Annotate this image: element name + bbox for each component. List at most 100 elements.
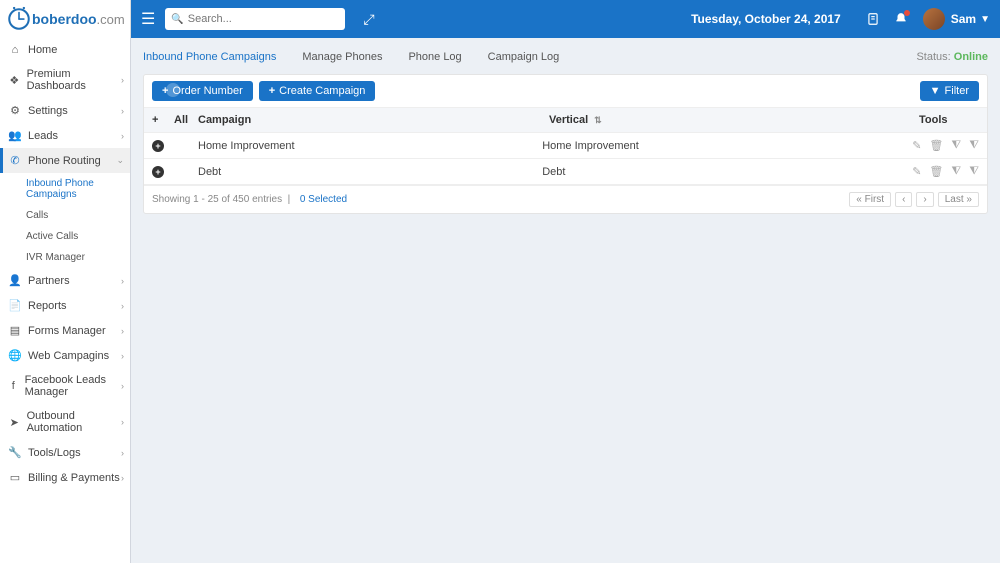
sidebar-item-leads[interactable]: 👥 Leads › — [0, 123, 130, 148]
col-tools: Tools — [919, 114, 979, 126]
sidebar-sub-active-calls[interactable]: Active Calls — [0, 226, 130, 247]
gear-icon: ⚙ — [8, 104, 22, 117]
sidebar-item-partners[interactable]: 👤Partners› — [0, 268, 130, 293]
selected-count: 0 Selected — [300, 194, 347, 205]
create-campaign-button[interactable]: + Create Campaign — [259, 81, 376, 101]
filter-row-icon-2[interactable]: ⧨ — [969, 165, 979, 178]
user-menu-caret[interactable]: ▼ — [980, 14, 990, 25]
table-header: + All Campaign Vertical⇅ Tools — [144, 107, 987, 133]
plus-icon: + — [269, 85, 275, 97]
clipboard-icon[interactable] — [866, 12, 880, 27]
col-vertical[interactable]: Vertical⇅ — [549, 114, 919, 126]
sidebar-item-home[interactable]: ⌂Home — [0, 38, 130, 62]
sidebar-item-facebook[interactable]: fFacebook Leads Manager› — [0, 368, 130, 404]
tab-inbound[interactable]: Inbound Phone Campaigns — [143, 51, 276, 63]
user-name[interactable]: Sam — [951, 12, 976, 26]
sidebar-sub-inbound[interactable]: Inbound Phone Campaigns — [0, 173, 130, 205]
sidebar-item-settings[interactable]: ⚙ Settings › — [0, 98, 130, 123]
logo-text: boberdoo.com — [32, 11, 125, 27]
users-icon: 👥 — [8, 129, 22, 142]
facebook-icon: f — [8, 380, 19, 392]
pager: « First ‹ › Last » — [849, 192, 979, 207]
sidebar-item-label: Web Campagins — [28, 350, 109, 362]
sidebar-item-outbound[interactable]: ➤Outbound Automation› — [0, 404, 130, 440]
edit-icon[interactable]: ✎ — [912, 165, 921, 178]
tab-row: Inbound Phone Campaigns Manage Phones Ph… — [143, 46, 988, 68]
table-row: + Home Improvement Home Improvement ✎ 🗑 … — [144, 133, 987, 159]
filter-row-icon[interactable]: ⧨ — [951, 165, 961, 178]
bell-icon[interactable] — [894, 12, 908, 27]
filter-row-icon[interactable]: ⧨ — [951, 139, 961, 152]
search-field[interactable] — [188, 13, 328, 25]
delete-icon[interactable]: 🗑 — [929, 165, 943, 178]
search-input[interactable]: 🔍 — [165, 8, 345, 30]
sidebar-item-label: Outbound Automation — [27, 410, 122, 434]
chevron-right-icon: › — [121, 75, 124, 85]
sidebar-item-label: Reports — [28, 300, 67, 312]
chevron-right-icon: › — [121, 131, 124, 141]
sidebar-item-label: Partners — [28, 275, 70, 287]
wrench-icon: 🔧 — [8, 446, 22, 459]
sidebar-item-reports[interactable]: 📄 Reports › — [0, 293, 130, 318]
avatar[interactable] — [923, 8, 945, 30]
delete-icon[interactable]: 🗑 — [929, 139, 943, 152]
expand-row-icon[interactable]: + — [152, 140, 164, 152]
pager-prev[interactable]: ‹ — [895, 192, 912, 207]
order-number-button[interactable]: +Order Number — [152, 81, 253, 101]
pager-next[interactable]: › — [916, 192, 933, 207]
sidebar-item-label: Phone Routing — [28, 155, 101, 167]
edit-icon[interactable]: ✎ — [912, 139, 921, 152]
sidebar-item-billing[interactable]: ▭Billing & Payments› — [0, 465, 130, 490]
pager-last[interactable]: Last » — [938, 192, 979, 207]
chevron-right-icon: › — [121, 448, 124, 458]
col-campaign[interactable]: Campaign — [198, 114, 549, 126]
sidebar-item-label: Leads — [28, 130, 58, 142]
filter-row-icon-2[interactable]: ⧨ — [969, 139, 979, 152]
chevron-right-icon: › — [121, 301, 124, 311]
filter-button[interactable]: ▼Filter — [920, 81, 979, 101]
chevron-right-icon: › — [121, 106, 124, 116]
chevron-right-icon: › — [121, 417, 124, 427]
sidebar-item-phone-routing[interactable]: ✆Phone Routing⌄ — [0, 148, 130, 173]
header-date: Tuesday, October 24, 2017 — [691, 12, 841, 26]
logo[interactable]: boberdoo.com — [0, 0, 131, 38]
expand-all-icon[interactable]: + — [152, 114, 158, 126]
button-label: Order Number — [172, 85, 242, 97]
chevron-right-icon: › — [121, 276, 124, 286]
sidebar-item-label: Billing & Payments — [28, 472, 120, 484]
file-icon: 📄 — [8, 299, 22, 312]
sidebar-item-dashboards[interactable]: ❖Premium Dashboards› — [0, 62, 130, 98]
notification-dot — [904, 10, 910, 16]
campaigns-panel: +Order Number +Create Campaign ▼Filter +… — [143, 74, 988, 214]
sidebar-item-tools[interactable]: 🔧Tools/Logs› — [0, 440, 130, 465]
home-icon: ⌂ — [8, 44, 22, 56]
sidebar: ⌂Home ❖Premium Dashboards› ⚙ Settings › 👥 L… — [0, 38, 131, 563]
sidebar-sub-ivr[interactable]: IVR Manager — [0, 247, 130, 268]
header: boberdoo.com ☰ 🔍 ⤢ Tuesday, October 24, … — [0, 0, 1000, 38]
chevron-right-icon: › — [121, 326, 124, 336]
sidebar-sub-calls[interactable]: Calls — [0, 205, 130, 226]
status-value: Online — [954, 51, 988, 63]
expand-row-icon[interactable]: + — [152, 166, 164, 178]
status-label: Status: Online — [916, 51, 988, 63]
chevron-right-icon: › — [121, 473, 124, 483]
sidebar-item-label: Settings — [28, 105, 68, 117]
hamburger-icon[interactable]: ☰ — [141, 9, 155, 29]
button-label: Create Campaign — [279, 85, 365, 97]
tab-manage-phones[interactable]: Manage Phones — [302, 51, 382, 63]
sidebar-item-web-campaigns[interactable]: 🌐Web Campagins› — [0, 343, 130, 368]
col-all[interactable]: All — [174, 114, 198, 126]
panel-toolbar: +Order Number + Create Campaign ▼Filter — [144, 75, 987, 107]
tab-campaign-log[interactable]: Campaign Log — [488, 51, 560, 63]
cell-campaign: Debt — [198, 166, 542, 178]
chevron-right-icon: › — [121, 381, 124, 391]
pager-first[interactable]: « First — [849, 192, 891, 207]
sidebar-item-forms[interactable]: ▤Forms Manager› — [0, 318, 130, 343]
footer-count: Showing 1 - 25 of 450 entries — [152, 194, 282, 205]
cell-vertical: Debt — [542, 166, 912, 178]
main-content: Inbound Phone Campaigns Manage Phones Ph… — [131, 38, 1000, 563]
tab-phone-log[interactable]: Phone Log — [408, 51, 461, 63]
col-expand[interactable]: + — [152, 114, 174, 126]
expand-icon[interactable]: ⤢ — [363, 11, 374, 28]
form-icon: ▤ — [8, 324, 22, 337]
